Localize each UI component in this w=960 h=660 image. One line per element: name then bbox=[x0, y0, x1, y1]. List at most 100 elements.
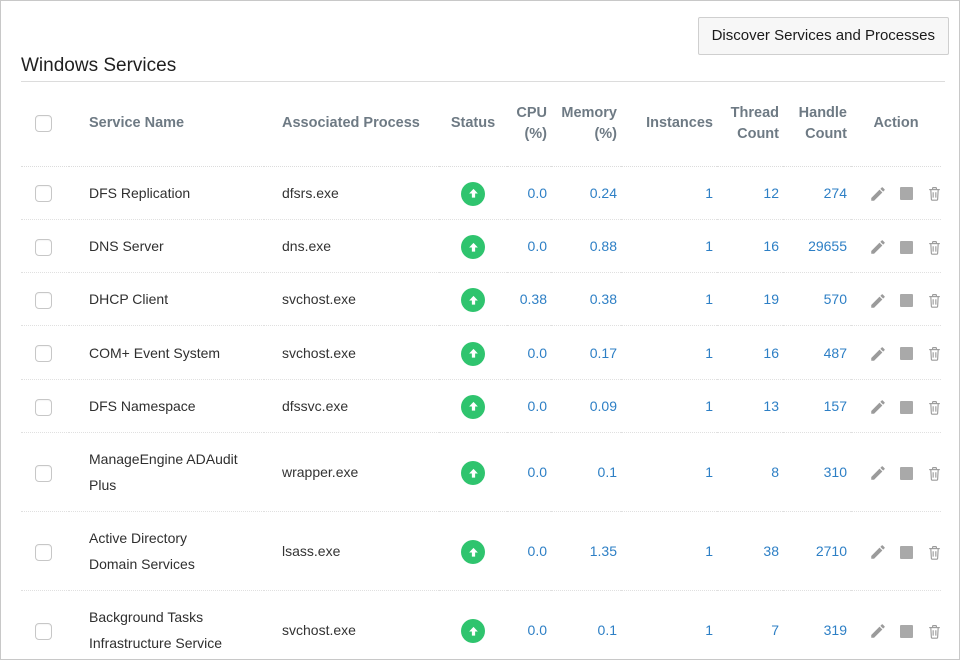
associated-process: dfsrs.exe bbox=[264, 166, 439, 219]
table-row: Background Tasks Infrastructure Service … bbox=[21, 590, 941, 660]
table-row: DFS Replication dfsrs.exe 0.0 0.24 1 12 … bbox=[21, 166, 941, 219]
stop-square-icon[interactable] bbox=[900, 546, 913, 559]
edit-pencil-icon[interactable] bbox=[869, 238, 887, 256]
action-cell bbox=[851, 590, 941, 660]
delete-trash-icon[interactable] bbox=[926, 292, 943, 309]
col-header-status: Status bbox=[439, 82, 507, 166]
windows-services-panel: Discover Services and Processes Windows … bbox=[0, 0, 960, 660]
service-name-cell: COM+ Event System bbox=[69, 326, 264, 379]
col-header-cpu: CPU (%) bbox=[507, 82, 551, 166]
edit-pencil-icon[interactable] bbox=[869, 622, 887, 640]
handle-count-value: 570 bbox=[783, 273, 851, 326]
row-checkbox[interactable] bbox=[35, 399, 52, 416]
stop-square-icon[interactable] bbox=[900, 294, 913, 307]
service-name-cell: ManageEngine ADAudit Plus bbox=[69, 432, 264, 511]
memory-value: 1.35 bbox=[551, 511, 621, 590]
handle-count-value: 29655 bbox=[783, 219, 851, 272]
status-up-icon bbox=[461, 182, 485, 206]
action-cell bbox=[851, 432, 941, 511]
row-checkbox[interactable] bbox=[35, 623, 52, 640]
handle-count-value: 157 bbox=[783, 379, 851, 432]
edit-pencil-icon[interactable] bbox=[869, 464, 887, 482]
cpu-value: 0.0 bbox=[507, 219, 551, 272]
service-name: COM+ Event System bbox=[89, 340, 239, 366]
col-header-instances: Instances bbox=[621, 82, 717, 166]
edit-pencil-icon[interactable] bbox=[869, 345, 887, 363]
service-name: DNS Server bbox=[89, 233, 239, 259]
stop-square-icon[interactable] bbox=[900, 467, 913, 480]
stop-square-icon[interactable] bbox=[900, 401, 913, 414]
row-select-cell bbox=[21, 166, 69, 219]
col-header-action: Action bbox=[851, 82, 941, 166]
status-up-icon bbox=[461, 540, 485, 564]
row-select-cell bbox=[21, 326, 69, 379]
service-name: DFS Namespace bbox=[89, 393, 239, 419]
service-name-cell: DNS Server bbox=[69, 219, 264, 272]
associated-process: wrapper.exe bbox=[264, 432, 439, 511]
instances-value: 1 bbox=[621, 379, 717, 432]
handle-count-value: 274 bbox=[783, 166, 851, 219]
action-cell bbox=[851, 511, 941, 590]
instances-value: 1 bbox=[621, 432, 717, 511]
edit-pencil-icon[interactable] bbox=[869, 398, 887, 416]
service-name: DFS Replication bbox=[89, 180, 239, 206]
delete-trash-icon[interactable] bbox=[926, 623, 943, 640]
instances-value: 1 bbox=[621, 273, 717, 326]
delete-trash-icon[interactable] bbox=[926, 544, 943, 561]
instances-value: 1 bbox=[621, 511, 717, 590]
delete-trash-icon[interactable] bbox=[926, 345, 943, 362]
thread-count-value: 38 bbox=[717, 511, 783, 590]
row-checkbox[interactable] bbox=[35, 185, 52, 202]
cpu-value: 0.0 bbox=[507, 432, 551, 511]
memory-value: 0.09 bbox=[551, 379, 621, 432]
row-checkbox[interactable] bbox=[35, 239, 52, 256]
col-header-associated-process: Associated Process bbox=[264, 82, 439, 166]
delete-trash-icon[interactable] bbox=[926, 399, 943, 416]
discover-services-button[interactable]: Discover Services and Processes bbox=[698, 17, 949, 55]
stop-square-icon[interactable] bbox=[900, 187, 913, 200]
associated-process: svchost.exe bbox=[264, 273, 439, 326]
edit-pencil-icon[interactable] bbox=[869, 185, 887, 203]
handle-count-value: 487 bbox=[783, 326, 851, 379]
instances-value: 1 bbox=[621, 326, 717, 379]
row-select-cell bbox=[21, 511, 69, 590]
delete-trash-icon[interactable] bbox=[926, 465, 943, 482]
cpu-value: 0.0 bbox=[507, 511, 551, 590]
select-all-checkbox[interactable] bbox=[35, 115, 52, 132]
edit-pencil-icon[interactable] bbox=[869, 292, 887, 310]
stop-square-icon[interactable] bbox=[900, 241, 913, 254]
col-header-handle-count: Handle Count bbox=[783, 82, 851, 166]
table-row: COM+ Event System svchost.exe 0.0 0.17 1… bbox=[21, 326, 941, 379]
status-cell bbox=[439, 166, 507, 219]
thread-count-value: 8 bbox=[717, 432, 783, 511]
row-select-cell bbox=[21, 379, 69, 432]
service-name: ManageEngine ADAudit Plus bbox=[89, 446, 239, 498]
status-up-icon bbox=[461, 342, 485, 366]
status-cell bbox=[439, 219, 507, 272]
row-checkbox[interactable] bbox=[35, 345, 52, 362]
status-cell bbox=[439, 379, 507, 432]
row-checkbox[interactable] bbox=[35, 465, 52, 482]
handle-count-value: 310 bbox=[783, 432, 851, 511]
cpu-value: 0.0 bbox=[507, 590, 551, 660]
memory-value: 0.1 bbox=[551, 590, 621, 660]
status-cell bbox=[439, 511, 507, 590]
stop-square-icon[interactable] bbox=[900, 625, 913, 638]
delete-trash-icon[interactable] bbox=[926, 239, 943, 256]
edit-pencil-icon[interactable] bbox=[869, 543, 887, 561]
memory-value: 0.38 bbox=[551, 273, 621, 326]
status-up-icon bbox=[461, 288, 485, 312]
row-checkbox[interactable] bbox=[35, 544, 52, 561]
table-row: ManageEngine ADAudit Plus wrapper.exe 0.… bbox=[21, 432, 941, 511]
action-cell bbox=[851, 219, 941, 272]
row-checkbox[interactable] bbox=[35, 292, 52, 309]
status-up-icon bbox=[461, 619, 485, 643]
stop-square-icon[interactable] bbox=[900, 347, 913, 360]
thread-count-value: 19 bbox=[717, 273, 783, 326]
associated-process: dfssvc.exe bbox=[264, 379, 439, 432]
delete-trash-icon[interactable] bbox=[926, 185, 943, 202]
row-select-cell bbox=[21, 432, 69, 511]
action-cell bbox=[851, 273, 941, 326]
row-select-cell bbox=[21, 590, 69, 660]
col-header-thread-count: Thread Count bbox=[717, 82, 783, 166]
